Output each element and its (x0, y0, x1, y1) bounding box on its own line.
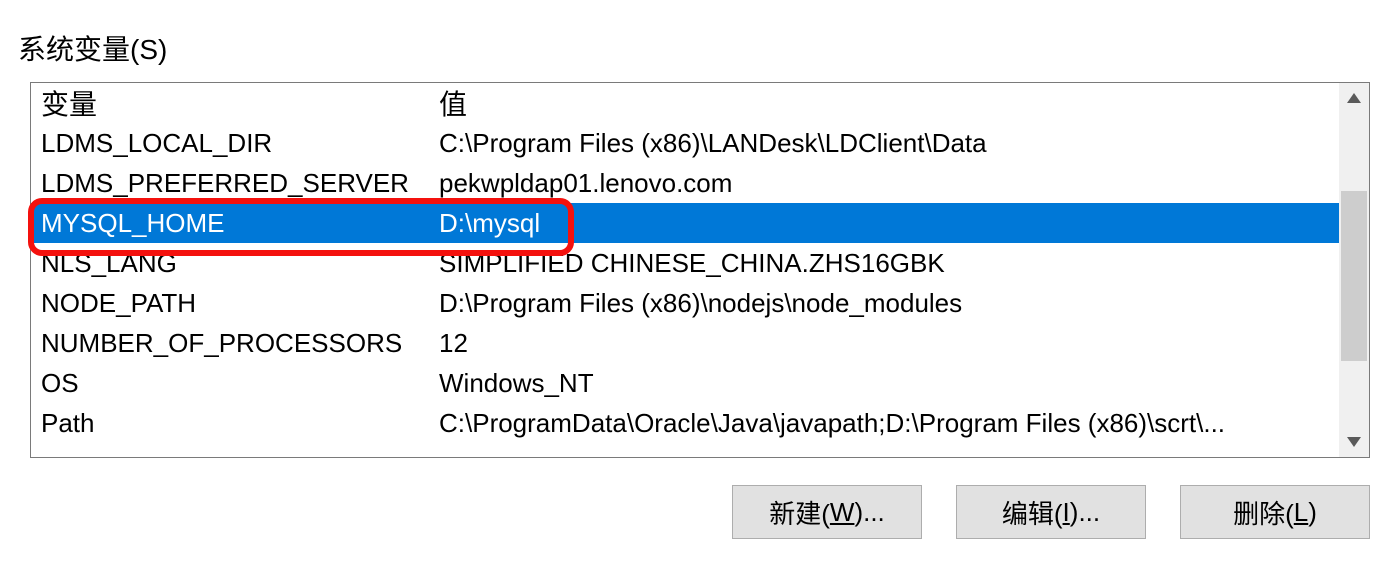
new-button-hotkey: W (830, 497, 855, 528)
new-button-post: )... (854, 497, 884, 528)
cell-variable: Path (41, 408, 439, 439)
delete-button-post: ) (1308, 497, 1317, 528)
cell-value: pekwpldap01.lenovo.com (439, 168, 1339, 199)
cell-value: Windows_NT (439, 368, 1339, 399)
cell-variable: MYSQL_HOME (41, 208, 439, 239)
cell-value: C:\Program Files (x86)\LANDesk\LDClient\… (439, 128, 1339, 159)
cell-variable: NLS_LANG (41, 248, 439, 279)
header-value: 值 (439, 83, 1339, 123)
table-row[interactable]: OSWindows_NT (31, 363, 1339, 403)
cell-value: D:\Program Files (x86)\nodejs\node_modul… (439, 288, 1339, 319)
delete-button-hotkey: L (1294, 497, 1308, 528)
new-button-pre: 新建( (769, 494, 830, 531)
edit-button-pre: 编辑( (1002, 494, 1063, 531)
cell-variable: NODE_PATH (41, 288, 439, 319)
edit-button-post: )... (1070, 497, 1100, 528)
cell-value: SIMPLIFIED CHINESE_CHINA.ZHS16GBK (439, 248, 1339, 279)
new-button[interactable]: 新建(W)... (732, 485, 922, 539)
table-row[interactable]: PathC:\ProgramData\Oracle\Java\javapath;… (31, 403, 1339, 443)
scrollbar[interactable] (1339, 83, 1369, 457)
scroll-down-icon[interactable] (1339, 427, 1369, 457)
edit-button-hotkey: I (1063, 497, 1070, 528)
scroll-up-icon[interactable] (1339, 83, 1369, 113)
delete-button[interactable]: 删除(L) (1180, 485, 1370, 539)
table-row[interactable]: NUMBER_OF_PROCESSORS12 (31, 323, 1339, 363)
header-variable: 变量 (41, 83, 439, 123)
variables-list-inner: 变量 值 LDMS_LOCAL_DIRC:\Program Files (x86… (31, 83, 1339, 457)
cell-variable: OS (41, 368, 439, 399)
table-row[interactable]: MYSQL_HOMED:\mysql (31, 203, 1339, 243)
delete-button-pre: 删除( (1233, 494, 1294, 531)
cell-value: C:\ProgramData\Oracle\Java\javapath;D:\P… (439, 408, 1339, 439)
edit-button[interactable]: 编辑(I)... (956, 485, 1146, 539)
cell-variable: LDMS_PREFERRED_SERVER (41, 168, 439, 199)
scroll-thumb[interactable] (1341, 191, 1367, 361)
cell-variable: LDMS_LOCAL_DIR (41, 128, 439, 159)
cell-variable: NUMBER_OF_PROCESSORS (41, 328, 439, 359)
list-header: 变量 值 (31, 83, 1339, 123)
table-row[interactable]: LDMS_LOCAL_DIRC:\Program Files (x86)\LAN… (31, 123, 1339, 163)
table-row[interactable]: NLS_LANGSIMPLIFIED CHINESE_CHINA.ZHS16GB… (31, 243, 1339, 283)
cell-value: D:\mysql (439, 208, 1339, 239)
system-variables-panel: 系统变量(S) 变量 值 LDMS_LOCAL_DIRC:\Program Fi… (0, 0, 1383, 578)
cell-value: 12 (439, 328, 1339, 359)
table-row[interactable]: LDMS_PREFERRED_SERVERpekwpldap01.lenovo.… (31, 163, 1339, 203)
buttons-row: 新建(W)... 编辑(I)... 删除(L) (0, 485, 1383, 545)
variables-list: 变量 值 LDMS_LOCAL_DIRC:\Program Files (x86… (30, 82, 1370, 458)
table-row[interactable]: NODE_PATHD:\Program Files (x86)\nodejs\n… (31, 283, 1339, 323)
section-label: 系统变量(S) (18, 28, 167, 68)
